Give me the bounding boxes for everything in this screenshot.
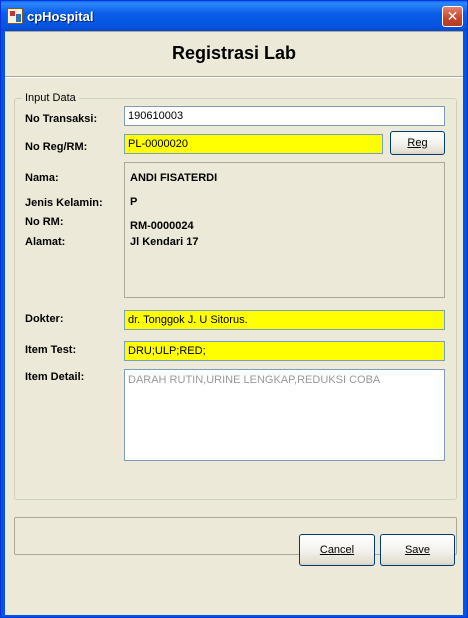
window-title: cpHospital xyxy=(27,9,94,24)
no-rm-label: No RM: xyxy=(25,216,64,228)
alamat-label: Alamat: xyxy=(25,236,66,248)
item-test-label: Item Test: xyxy=(25,344,77,356)
group-legend: Input Data xyxy=(22,92,79,104)
jenis-kelamin-value: P xyxy=(130,196,138,208)
item-detail-textarea[interactable]: DARAH RUTIN,URINE LENGKAP,REDUKSI COBA xyxy=(124,369,445,461)
item-detail-label: Item Detail: xyxy=(25,371,85,383)
header-divider xyxy=(5,76,463,77)
jenis-kelamin-label: Jenis Kelamin: xyxy=(25,197,103,209)
reg-button-label: Reg xyxy=(407,137,428,149)
cancel-button-label: Cancel xyxy=(319,544,355,556)
nama-value: ANDI FISATERDI xyxy=(130,172,218,184)
no-rm-value: RM-0000024 xyxy=(130,220,194,232)
no-reg-field[interactable]: PL-0000020 xyxy=(124,134,383,154)
dokter-field[interactable]: dr. Tonggok J. U Sitorus. xyxy=(124,310,445,330)
header-panel: Registrasi Lab xyxy=(5,31,463,78)
save-button[interactable]: Save xyxy=(380,534,455,566)
cancel-button[interactable]: Cancel xyxy=(299,534,375,566)
no-reg-label: No Reg/RM: xyxy=(25,141,88,153)
close-button[interactable]: ✕ xyxy=(442,6,463,27)
title-bar[interactable]: cpHospital ✕ xyxy=(1,1,467,31)
close-icon: ✕ xyxy=(446,8,459,24)
no-transaksi-field[interactable]: 190610003 xyxy=(124,106,445,126)
item-test-field[interactable]: DRU;ULP;RED; xyxy=(124,341,445,361)
no-transaksi-label: No Transaksi: xyxy=(25,113,98,125)
alamat-value: Jl Kendari 17 xyxy=(130,236,199,248)
dokter-label: Dokter: xyxy=(25,313,64,325)
app-window: cpHospital ✕ Registrasi Lab Input Data N… xyxy=(0,0,468,618)
page-title: Registrasi Lab xyxy=(171,43,297,63)
reg-button[interactable]: Reg xyxy=(390,131,445,155)
save-button-label: Save xyxy=(404,544,431,556)
client-area: Registrasi Lab Input Data No Transaksi: … xyxy=(5,31,463,615)
nama-label: Nama: xyxy=(25,172,59,184)
app-icon xyxy=(7,8,23,24)
